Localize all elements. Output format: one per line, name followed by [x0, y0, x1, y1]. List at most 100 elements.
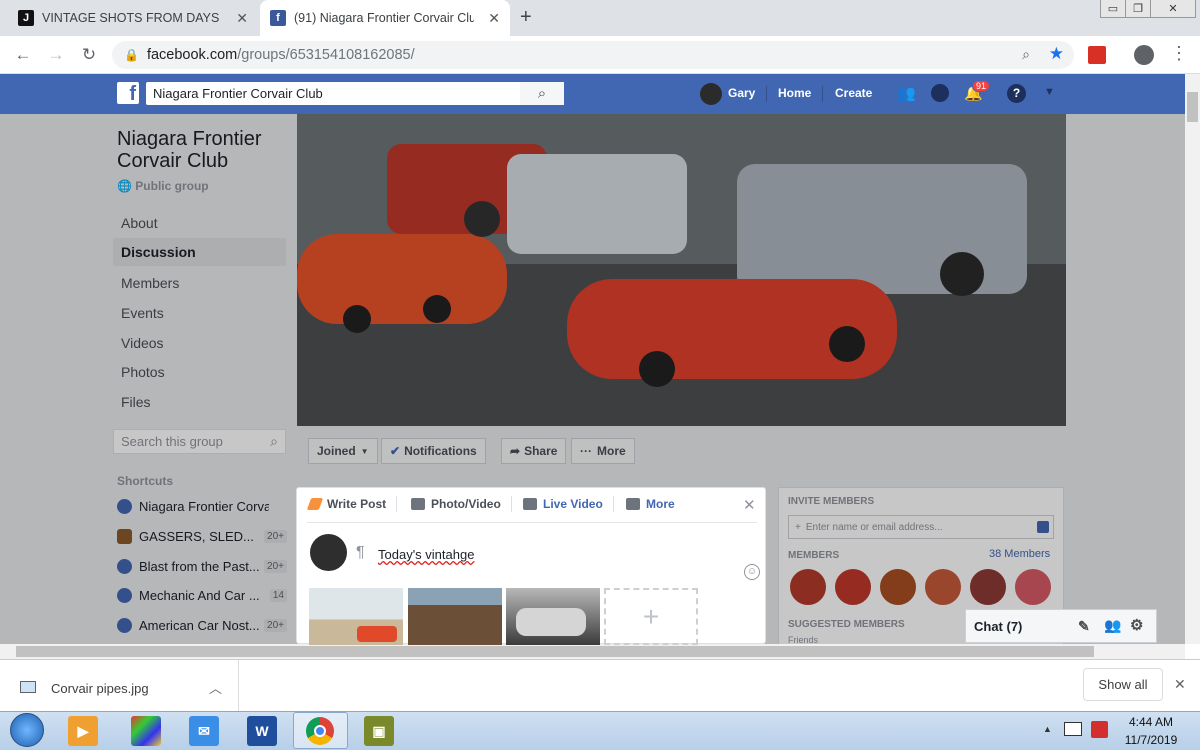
divider: [766, 86, 767, 102]
restore-button[interactable]: ❐: [1125, 0, 1151, 18]
show-all-button[interactable]: Show all: [1083, 668, 1163, 701]
forward-icon[interactable]: →: [45, 44, 67, 66]
browser-tab[interactable]: J VINTAGE SHOTS FROM DAYS GO ✕: [8, 0, 258, 36]
home-link[interactable]: Home: [778, 86, 811, 100]
live-video-label: Live Video: [543, 497, 603, 511]
browser-tab-active[interactable]: f (91) Niagara Frontier Corvair Club ✕: [260, 0, 510, 36]
photo-thumbnail[interactable]: [506, 588, 600, 645]
chat-bar[interactable]: Chat (7) ✎ 👥 ⚙: [965, 609, 1157, 643]
divider: [396, 496, 397, 512]
compose-icon[interactable]: ✎: [1078, 618, 1090, 635]
media-player-icon[interactable]: ▶: [68, 716, 98, 746]
chevron-down-icon[interactable]: ▼: [1044, 86, 1055, 98]
more-label: More: [646, 497, 675, 511]
close-window-button[interactable]: ✕: [1150, 0, 1196, 18]
facebook-search-input[interactable]: Niagara Frontier Corvair Club ⌕: [146, 82, 564, 105]
new-tab-button[interactable]: +: [520, 6, 532, 29]
emoji-icon[interactable]: ☺: [744, 564, 760, 580]
facebook-favicon: f: [270, 10, 286, 26]
divider: [511, 496, 512, 512]
clock-date[interactable]: 11/7/2019: [1117, 733, 1185, 747]
zoom-icon[interactable]: ⌕: [1022, 46, 1030, 63]
start-button[interactable]: [10, 713, 44, 747]
gear-icon[interactable]: ⚙: [1130, 616, 1143, 634]
tab-more[interactable]: More: [626, 497, 675, 511]
tab-live-video[interactable]: Live Video: [523, 497, 603, 511]
help-icon[interactable]: ?: [1007, 84, 1026, 103]
scrollbar-thumb[interactable]: [16, 646, 1094, 657]
mail-icon[interactable]: ✉: [189, 716, 219, 746]
tab-write-post[interactable]: Write Post: [306, 497, 387, 511]
photo-thumbnail[interactable]: [408, 588, 502, 645]
back-icon[interactable]: ←: [12, 44, 34, 66]
lock-icon: 🔒: [124, 48, 139, 62]
avatar[interactable]: [700, 83, 722, 105]
friend-requests-icon[interactable]: 👥: [897, 84, 916, 102]
horizontal-scrollbar[interactable]: [0, 644, 1185, 659]
video-camera-icon: [523, 498, 537, 510]
tab-title: (91) Niagara Frontier Corvair Club: [294, 11, 474, 25]
post-composer-focused: Write Post Photo/Video Live Video More ✕…: [296, 487, 766, 645]
profile-link[interactable]: Gary: [728, 86, 755, 100]
avatar: [310, 534, 347, 571]
scrollbar-thumb[interactable]: [1187, 92, 1198, 122]
menu-icon[interactable]: ⋮: [1170, 43, 1188, 64]
search-value: Niagara Frontier Corvair Club: [153, 86, 323, 101]
thumbnail-car: [357, 626, 397, 642]
chevron-up-icon[interactable]: ︿: [209, 678, 222, 697]
download-bar: Corvair pipes.jpg ︿ Show all ✕: [0, 659, 1200, 712]
url-domain: facebook.com: [146, 47, 238, 63]
url-path: /groups/653154108162085/: [237, 47, 415, 63]
post-text-input[interactable]: Today's vintahge: [378, 547, 474, 562]
image-viewer-icon[interactable]: ▣: [364, 716, 394, 746]
account-icon[interactable]: [1134, 45, 1154, 65]
write-post-label: Write Post: [327, 497, 387, 511]
create-link[interactable]: Create: [835, 86, 872, 100]
vertical-scrollbar[interactable]: [1185, 74, 1200, 644]
divider: [238, 660, 239, 712]
chrome-icon-center: [314, 725, 326, 737]
photo-thumbnail[interactable]: [309, 588, 403, 645]
clock-time[interactable]: 4:44 AM: [1121, 715, 1181, 729]
facebook-logo-icon[interactable]: f: [117, 82, 139, 104]
close-icon[interactable]: ✕: [488, 10, 500, 27]
divider: [822, 86, 823, 102]
paragraph-icon: ¶: [356, 544, 365, 561]
windows-taskbar: [0, 711, 1200, 750]
close-icon[interactable]: ✕: [743, 496, 756, 514]
image-file-icon: [20, 681, 36, 693]
camera-icon: [411, 498, 425, 510]
address-bar-row: ← → ↻ 🔒 facebook.com/groups/653154108162…: [0, 36, 1200, 74]
facebook-header: f Niagara Frontier Corvair Club ⌕ Gary H…: [0, 74, 1185, 114]
close-icon[interactable]: ✕: [236, 10, 248, 27]
notification-badge: 91: [972, 80, 991, 92]
messenger-icon[interactable]: [931, 84, 949, 102]
chrome-taskbar-button[interactable]: [293, 712, 348, 749]
divider: [613, 496, 614, 512]
thumbnail-car: [516, 608, 586, 636]
tab-photo-video[interactable]: Photo/Video: [411, 497, 501, 511]
chrome-icon: [306, 717, 334, 745]
search-icon[interactable]: ⌕: [520, 82, 564, 105]
download-filename[interactable]: Corvair pipes.jpg: [51, 681, 149, 696]
group-chat-icon[interactable]: 👥: [1104, 617, 1121, 634]
reload-icon[interactable]: ↻: [78, 44, 100, 66]
tab-title: VINTAGE SHOTS FROM DAYS GO: [42, 11, 222, 25]
photo-video-label: Photo/Video: [431, 497, 501, 511]
add-photo-button[interactable]: +: [604, 588, 698, 645]
word-icon[interactable]: W: [247, 716, 277, 746]
paint-app-icon[interactable]: [131, 716, 161, 746]
network-icon[interactable]: [1064, 722, 1082, 736]
tab-favicon: J: [18, 10, 34, 26]
antivirus-icon[interactable]: [1091, 721, 1108, 738]
ellipsis-icon: [626, 498, 640, 510]
close-icon[interactable]: ✕: [1174, 676, 1186, 693]
minimize-button[interactable]: ▭: [1100, 0, 1126, 18]
pencil-icon: [306, 498, 324, 510]
divider: [307, 522, 757, 523]
bookmark-star-icon[interactable]: ★: [1049, 44, 1064, 64]
url-field[interactable]: 🔒 facebook.com/groups/653154108162085/ ⌕…: [112, 41, 1074, 69]
pdf-extension-icon[interactable]: [1088, 46, 1106, 64]
chat-label: Chat (7): [974, 618, 1023, 634]
show-hidden-icons-icon[interactable]: ▲: [1043, 724, 1052, 734]
